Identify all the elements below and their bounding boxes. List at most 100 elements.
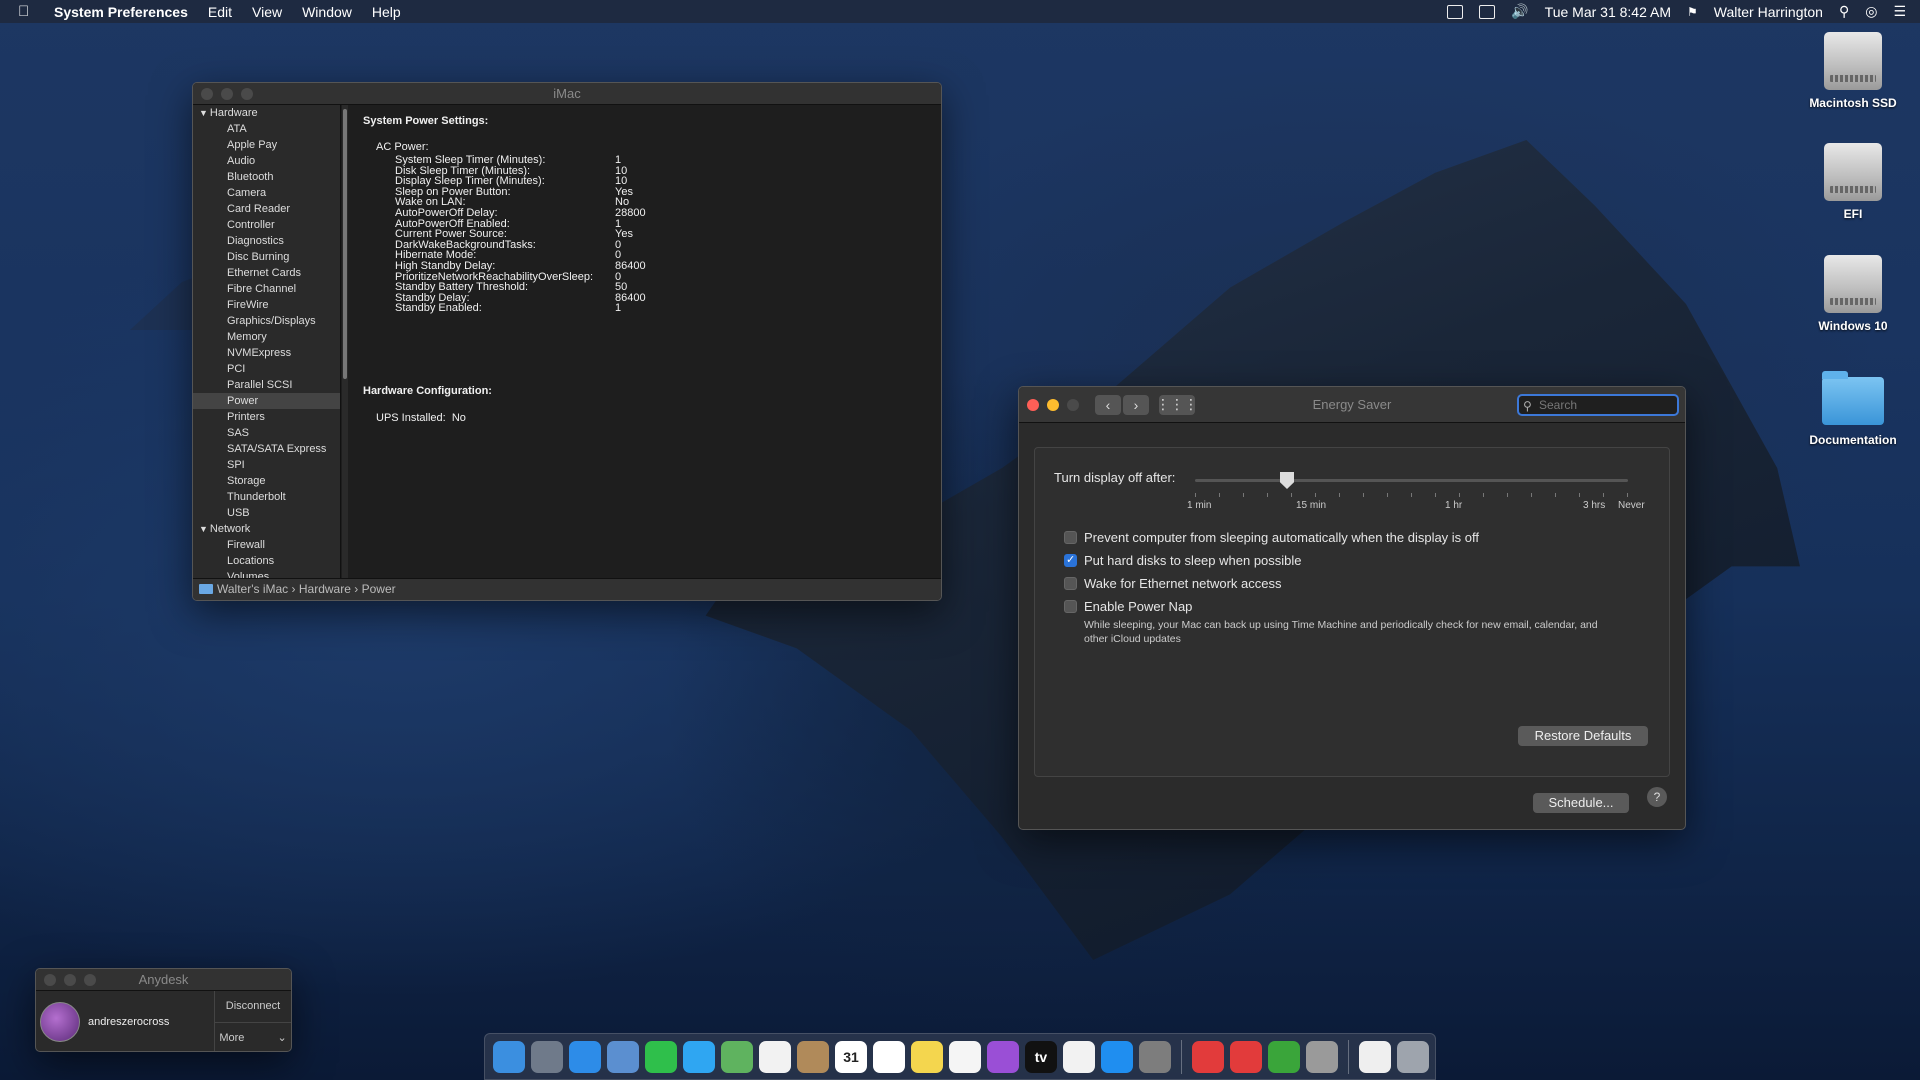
sidebar-item-printers[interactable]: Printers bbox=[193, 409, 340, 425]
sidebar-item-storage[interactable]: Storage bbox=[193, 473, 340, 489]
sidebar-item-disc-burning[interactable]: Disc Burning bbox=[193, 249, 340, 265]
desktop-icon-macintosh-ssd[interactable]: Macintosh SSD bbox=[1798, 32, 1908, 110]
sidebar-item-audio[interactable]: Audio bbox=[193, 153, 340, 169]
news-icon[interactable] bbox=[1063, 1040, 1095, 1073]
desktop-icon-windows-10[interactable]: Windows 10 bbox=[1798, 255, 1908, 333]
sidebar-item-fibre-channel[interactable]: Fibre Channel bbox=[193, 281, 340, 297]
sidebar-item-nvmexpress[interactable]: NVMExpress bbox=[193, 345, 340, 361]
sidebar-item-power[interactable]: Power bbox=[193, 393, 340, 409]
window-titlebar[interactable]: ‹ › ⋮⋮⋮ Energy Saver ⚲ Search bbox=[1019, 387, 1685, 423]
minimize-button[interactable] bbox=[64, 973, 76, 986]
help-button[interactable]: ? bbox=[1647, 787, 1667, 807]
disconnect-button[interactable]: Disconnect bbox=[215, 991, 291, 1022]
sidebar-item-controller[interactable]: Controller bbox=[193, 217, 340, 233]
sidebar-item-usb[interactable]: USB bbox=[193, 505, 340, 521]
show-all-grid-icon[interactable]: ⋮⋮⋮ bbox=[1156, 394, 1198, 415]
sidebar-item-firewire[interactable]: FireWire bbox=[193, 297, 340, 313]
scrollbar-thumb[interactable] bbox=[343, 109, 347, 379]
checkbox-wake-ethernet[interactable]: Wake for Ethernet network access bbox=[1064, 576, 1282, 591]
schedule-button[interactable]: Schedule... bbox=[1533, 793, 1629, 813]
sidebar-item-card-reader[interactable]: Card Reader bbox=[193, 201, 340, 217]
checkbox-box[interactable] bbox=[1064, 600, 1077, 613]
podcasts-icon[interactable] bbox=[987, 1040, 1019, 1073]
menu-app-name[interactable]: System Preferences bbox=[54, 4, 188, 20]
sidebar-item-pci[interactable]: PCI bbox=[193, 361, 340, 377]
automator-icon[interactable] bbox=[1306, 1040, 1338, 1073]
zoom-button[interactable] bbox=[1067, 398, 1079, 411]
sidebar-item-ethernet-cards[interactable]: Ethernet Cards bbox=[193, 265, 340, 281]
activity-monitor-icon[interactable] bbox=[1447, 4, 1464, 19]
checkbox-power-nap[interactable]: Enable Power Nap bbox=[1064, 599, 1192, 614]
activity-icon[interactable] bbox=[1268, 1040, 1300, 1073]
tv-icon[interactable]: tv bbox=[1025, 1040, 1057, 1073]
checkbox-prevent-sleep[interactable]: Prevent computer from sleeping automatic… bbox=[1064, 530, 1479, 545]
minimize-button[interactable] bbox=[1047, 398, 1059, 411]
slider-thumb[interactable] bbox=[1280, 472, 1294, 489]
reminders-icon[interactable] bbox=[873, 1040, 905, 1073]
menu-help[interactable]: Help bbox=[372, 4, 401, 20]
spotlight-search-icon[interactable]: ⚲ bbox=[1839, 3, 1849, 20]
zoom-button[interactable] bbox=[84, 973, 96, 986]
menu-window[interactable]: Window bbox=[302, 4, 352, 20]
siri-icon[interactable]: ◎ bbox=[1865, 3, 1877, 20]
notes-icon[interactable] bbox=[911, 1040, 943, 1073]
close-button[interactable] bbox=[1027, 398, 1039, 411]
sidebar-group-hardware[interactable]: ▼ Hardware bbox=[193, 105, 340, 121]
preview-icon[interactable] bbox=[607, 1040, 639, 1073]
apple-menu-icon[interactable]:  bbox=[18, 3, 38, 20]
finder-icon[interactable] bbox=[493, 1040, 525, 1073]
checkbox-box[interactable] bbox=[1064, 577, 1077, 590]
sidebar-item-memory[interactable]: Memory bbox=[193, 329, 340, 345]
sidebar-scrollbar[interactable] bbox=[342, 105, 348, 579]
sidebar-item-parallel-scsi[interactable]: Parallel SCSI bbox=[193, 377, 340, 393]
more-button[interactable]: More ⌄ bbox=[215, 1022, 291, 1051]
checkbox-box[interactable] bbox=[1064, 553, 1077, 567]
sidebar-group-network[interactable]: ▼ Network bbox=[193, 521, 340, 537]
desktop-icon-documentation[interactable]: Documentation bbox=[1798, 367, 1908, 447]
sidebar-item-spi[interactable]: SPI bbox=[193, 457, 340, 473]
anydesk-icon[interactable] bbox=[1192, 1040, 1224, 1073]
clock[interactable]: Tue Mar 31 8:42 AM bbox=[1545, 4, 1671, 20]
back-button[interactable]: ‹ bbox=[1095, 394, 1121, 415]
photos-icon[interactable] bbox=[759, 1040, 791, 1073]
calendar-icon[interactable]: 31 bbox=[835, 1040, 867, 1073]
sidebar-item-ata[interactable]: ATA bbox=[193, 121, 340, 137]
sidebar-item-apple-pay[interactable]: Apple Pay bbox=[193, 137, 340, 153]
minimize-button[interactable] bbox=[221, 87, 233, 100]
volume-icon[interactable]: 🔊 bbox=[1511, 3, 1528, 20]
display-sleep-slider[interactable] bbox=[1195, 479, 1628, 482]
forward-button[interactable]: › bbox=[1123, 394, 1149, 415]
document-icon[interactable] bbox=[1359, 1040, 1391, 1073]
search-field[interactable]: ⚲ Search bbox=[1517, 394, 1679, 416]
sidebar-item-thunderbolt[interactable]: Thunderbolt bbox=[193, 489, 340, 505]
restore-defaults-button[interactable]: Restore Defaults bbox=[1518, 726, 1648, 746]
path-power[interactable]: Power bbox=[362, 582, 396, 596]
user-name[interactable]: Walter Harrington bbox=[1714, 4, 1823, 20]
anydesk-icon-2[interactable] bbox=[1230, 1040, 1262, 1073]
music-icon[interactable] bbox=[949, 1040, 981, 1073]
sidebar-item-bluetooth[interactable]: Bluetooth bbox=[193, 169, 340, 185]
sidebar-item-graphics-displays[interactable]: Graphics/Displays bbox=[193, 313, 340, 329]
airplay-icon[interactable] bbox=[1479, 4, 1496, 19]
maps-icon[interactable] bbox=[721, 1040, 753, 1073]
system-preferences-icon[interactable] bbox=[1139, 1040, 1171, 1073]
disclosure-triangle-icon[interactable]: ▼ bbox=[199, 108, 208, 118]
window-titlebar[interactable]: Anydesk bbox=[36, 969, 291, 991]
sidebar-item-sata-sata-express[interactable]: SATA/SATA Express bbox=[193, 441, 340, 457]
messages-icon[interactable] bbox=[683, 1040, 715, 1073]
window-titlebar[interactable]: iMac bbox=[193, 83, 941, 105]
facetime-icon[interactable] bbox=[645, 1040, 677, 1073]
checkbox-disk-sleep[interactable]: Put hard disks to sleep when possible bbox=[1064, 553, 1302, 568]
trash-icon[interactable] bbox=[1397, 1040, 1429, 1073]
menu-edit[interactable]: Edit bbox=[208, 4, 232, 20]
safari-icon[interactable] bbox=[569, 1040, 601, 1073]
sidebar-item-diagnostics[interactable]: Diagnostics bbox=[193, 233, 340, 249]
checkbox-box[interactable] bbox=[1064, 531, 1077, 544]
zoom-button[interactable] bbox=[241, 87, 253, 100]
path-hardware[interactable]: Hardware bbox=[299, 582, 351, 596]
flag-icon[interactable]: ⚑ bbox=[1687, 5, 1698, 19]
launchpad-icon[interactable] bbox=[531, 1040, 563, 1073]
sidebar-item-firewall[interactable]: Firewall bbox=[193, 537, 340, 553]
menu-view[interactable]: View bbox=[252, 4, 282, 20]
close-button[interactable] bbox=[201, 87, 213, 100]
